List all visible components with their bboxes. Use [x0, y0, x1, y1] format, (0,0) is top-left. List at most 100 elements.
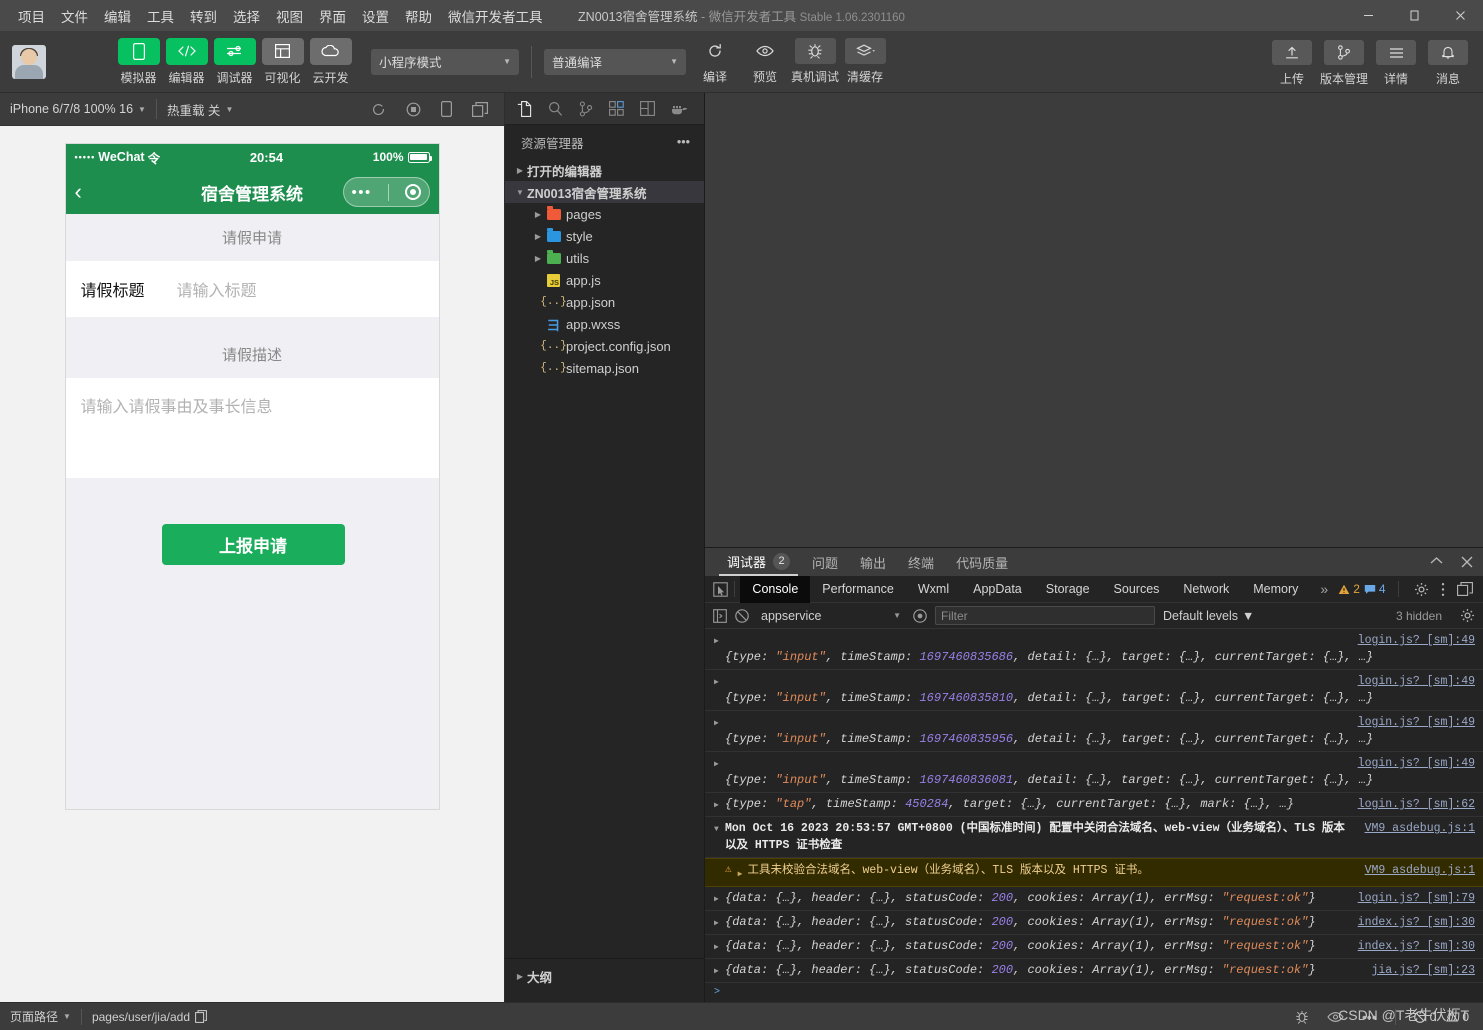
minimize-button[interactable] — [1345, 0, 1391, 31]
menu-item-select[interactable]: 选择 — [225, 2, 268, 30]
toggle-visualization[interactable]: 可视化 — [260, 37, 305, 86]
clear-console-icon[interactable] — [735, 608, 749, 623]
tree-item-app-wxss[interactable]: 彐 app.wxss — [505, 313, 704, 335]
refresh-icon[interactable] — [371, 102, 386, 117]
back-icon[interactable]: ‹ — [75, 181, 82, 203]
close-icon[interactable] — [1461, 556, 1473, 568]
pane-performance[interactable]: Performance — [810, 576, 906, 603]
outline-header[interactable]: ▶ 大纲 — [505, 965, 704, 987]
files-icon[interactable] — [517, 100, 532, 117]
copy-icon[interactable] — [195, 1010, 207, 1023]
tree-item-sitemap[interactable]: {..} sitemap.json — [505, 357, 704, 379]
expand-arrow-icon[interactable]: ▶ — [714, 674, 719, 691]
toggle-editor[interactable]: 编辑器 — [164, 37, 209, 86]
expand-arrow-icon[interactable]: ▶ — [714, 756, 719, 773]
menu-item-interface[interactable]: 界面 — [311, 2, 354, 30]
tree-item-style[interactable]: ▶ style — [505, 225, 704, 247]
log-levels-select[interactable]: Default levels ▼ — [1163, 609, 1254, 623]
pane-wxml[interactable]: Wxml — [906, 576, 961, 603]
explorer-more-icon[interactable]: ••• — [677, 135, 690, 149]
preview-button[interactable]: 预览 — [740, 38, 790, 85]
docker-icon[interactable] — [671, 102, 688, 115]
menu-item-settings[interactable]: 设置 — [354, 2, 397, 30]
rotate-icon[interactable] — [441, 101, 452, 117]
pane-console[interactable]: Console — [740, 575, 811, 603]
expand-arrow-icon[interactable]: ▶ — [714, 715, 719, 732]
log-source-link[interactable]: jia.js? [sm]:23 — [1371, 962, 1475, 979]
console-log-entry[interactable]: ▶ {data: {…}, header: {…}, statusCode: 2… — [705, 887, 1483, 911]
tab-problems[interactable]: 问题 — [804, 548, 846, 576]
menu-item-devtools[interactable]: 微信开发者工具 — [440, 2, 551, 30]
issue-counts[interactable]: 2 4 — [1338, 582, 1391, 596]
device-select[interactable]: iPhone 6/7/8 100% 16 ▼ — [0, 93, 156, 126]
log-source-link[interactable]: index.js? [sm]:30 — [1358, 938, 1475, 955]
chevron-up-icon[interactable] — [1430, 556, 1443, 568]
console-warning-entry[interactable]: ⚠ ▶ 工具未校验合法域名、web-view（业务域名）、TLS 版本以及 HT… — [705, 858, 1483, 887]
toggle-cloud[interactable]: 云开发 — [308, 37, 353, 86]
pane-appdata[interactable]: AppData — [961, 576, 1034, 603]
console-log-entry[interactable]: ▶ {data: {…}, header: {…}, statusCode: 2… — [705, 959, 1483, 983]
gear-icon[interactable] — [1414, 582, 1429, 597]
mode-select[interactable]: 小程序模式 ▼ — [371, 48, 519, 75]
extensions-icon[interactable] — [609, 101, 624, 116]
version-button[interactable]: 版本管理 — [1320, 40, 1368, 87]
tree-item-project-config[interactable]: {..} project.config.json — [505, 335, 704, 357]
details-button[interactable]: 详情 — [1373, 40, 1419, 87]
submit-application-button[interactable]: 上报申请 — [161, 524, 345, 565]
log-source-link[interactable]: VM9 asdebug.js:1 — [1365, 862, 1475, 879]
execution-context-select[interactable]: appservice ▼ — [757, 609, 905, 623]
leave-description-textarea[interactable]: 请输入请假事由及事长信息 — [65, 378, 439, 478]
tree-item-app-json[interactable]: {..} app.json — [505, 291, 704, 313]
expand-arrow-icon[interactable]: ▶ — [714, 939, 719, 956]
log-source-link[interactable]: login.js? [sm]:49 — [1358, 755, 1475, 772]
console-output[interactable]: login.js? [sm]:49 ▶ {type: "input", time… — [705, 629, 1483, 1002]
menu-item-help[interactable]: 帮助 — [397, 2, 440, 30]
collapse-arrow-icon[interactable]: ▼ — [714, 821, 719, 838]
console-filter-input[interactable]: Filter — [935, 606, 1155, 625]
pane-network[interactable]: Network — [1171, 576, 1241, 603]
page-path-select[interactable]: 页面路径 ▼ — [0, 1003, 81, 1030]
messages-button[interactable]: 消息 — [1425, 40, 1471, 87]
window-icon[interactable] — [472, 101, 488, 117]
expand-arrow-icon[interactable]: ▶ — [738, 866, 743, 883]
log-source-link[interactable]: login.js? [sm]:79 — [1358, 890, 1475, 907]
console-settings-icon[interactable] — [1450, 608, 1475, 623]
expand-arrow-icon[interactable]: ▶ — [714, 915, 719, 932]
console-log-entry[interactable]: login.js? [sm]:49 ▶ {type: "input", time… — [705, 752, 1483, 793]
menu-item-file[interactable]: 文件 — [53, 2, 96, 30]
console-log-entry[interactable]: ▶ {data: {…}, header: {…}, statusCode: 2… — [705, 911, 1483, 935]
clear-cache-button[interactable]: 清缓存 — [840, 38, 890, 85]
console-log-entry[interactable]: ▶ {type: "tap", timeStamp: 450284, targe… — [705, 793, 1483, 817]
menu-item-view[interactable]: 视图 — [268, 2, 311, 30]
console-log-entry[interactable]: ▶ {data: {…}, header: {…}, statusCode: 2… — [705, 935, 1483, 959]
user-avatar[interactable] — [12, 44, 46, 79]
hotreload-select[interactable]: 热重载 关 ▼ — [157, 93, 243, 126]
menu-item-project[interactable]: 项目 — [10, 2, 53, 30]
upload-button[interactable]: 上传 — [1269, 40, 1315, 87]
log-source-link[interactable]: login.js? [sm]:62 — [1358, 796, 1475, 813]
log-source-link[interactable]: login.js? [sm]:49 — [1358, 632, 1475, 649]
console-log-entry[interactable]: login.js? [sm]:49 ▶ {type: "input", time… — [705, 670, 1483, 711]
tree-item-utils[interactable]: ▶ utils — [505, 247, 704, 269]
console-log-entry[interactable]: login.js? [sm]:49 ▶ {type: "input", time… — [705, 629, 1483, 670]
tab-code-quality[interactable]: 代码质量 — [948, 548, 1016, 576]
wechat-capsule[interactable]: ••• — [342, 177, 430, 207]
tab-terminal[interactable]: 终端 — [900, 548, 942, 576]
console-log-entry[interactable]: login.js? [sm]:49 ▶ {type: "input", time… — [705, 711, 1483, 752]
bug-icon[interactable] — [1295, 1010, 1309, 1024]
toggle-simulator[interactable]: 模拟器 — [116, 37, 161, 86]
menu-item-goto[interactable]: 转到 — [182, 2, 225, 30]
pane-sources[interactable]: Sources — [1102, 576, 1172, 603]
toggle-debugger[interactable]: 调试器 — [212, 37, 257, 86]
tree-item-pages[interactable]: ▶ pages — [505, 203, 704, 225]
expand-arrow-icon[interactable]: ▶ — [714, 797, 719, 814]
tab-output[interactable]: 输出 — [852, 548, 894, 576]
live-expression-icon[interactable] — [913, 608, 927, 623]
expand-arrow-icon[interactable]: ▶ — [714, 963, 719, 980]
tree-section-open-editors[interactable]: ▶ 打开的编辑器 — [505, 159, 704, 181]
tree-section-project-root[interactable]: ▼ ZN0013宿舍管理系统 — [505, 181, 704, 203]
record-icon[interactable] — [406, 102, 421, 117]
more-vertical-icon[interactable] — [1441, 582, 1445, 597]
pane-storage[interactable]: Storage — [1034, 576, 1102, 603]
tab-debugger[interactable]: 调试器 2 — [719, 548, 799, 576]
